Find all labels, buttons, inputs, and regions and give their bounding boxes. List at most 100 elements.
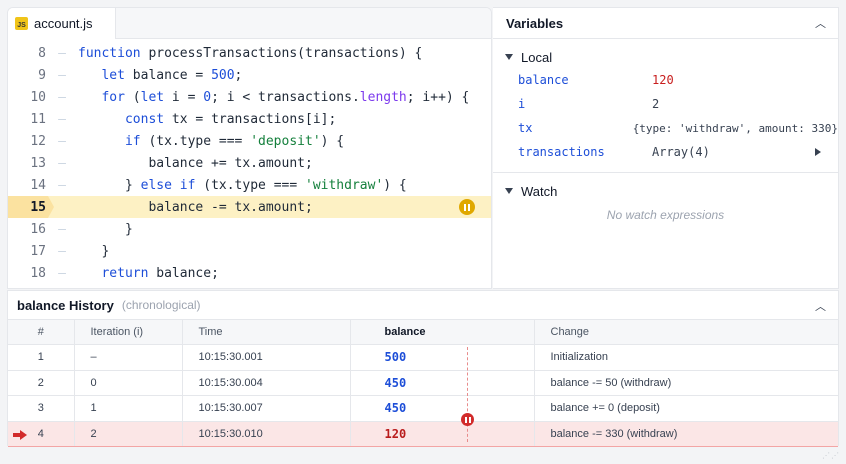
row-iteration: 0 (74, 370, 183, 396)
chevron-up-icon[interactable]: ︿ (815, 15, 826, 31)
code-area[interactable]: 8– function processTransactions(transact… (8, 42, 491, 284)
table-row[interactable]: 1 – 10:15:30.001 500 Initialization (8, 344, 838, 371)
code-text: return balance; (101, 265, 219, 281)
row-iteration: 1 (74, 395, 183, 422)
column-header[interactable]: # (8, 319, 75, 345)
line-number[interactable]: 12 (8, 134, 46, 149)
history-table: # Iteration (i) Time balance Change 1 – … (8, 319, 838, 447)
code-line-current[interactable]: 15 balance -= tx.amount; (8, 196, 491, 218)
row-iteration: – (74, 344, 183, 371)
editor-tab-bar: JS account.js (8, 8, 491, 39)
fold-marker: – (58, 111, 66, 127)
row-time: 10:15:30.001 (182, 344, 351, 371)
fold-marker: – (58, 67, 66, 83)
row-time: 10:15:30.004 (182, 370, 351, 396)
javascript-file-icon: JS (15, 17, 28, 30)
table-row[interactable]: 2 0 10:15:30.004 450 balance -= 50 (with… (8, 370, 838, 396)
column-header[interactable]: balance (350, 319, 535, 345)
code-line[interactable]: 13– balance += tx.amount; (8, 152, 491, 174)
history-panel: balance History (chronological) ︿ # Iter… (7, 290, 839, 447)
code-line[interactable]: 16– } (8, 218, 491, 240)
code-text: balance -= tx.amount; (78, 199, 313, 215)
current-row-arrow-icon (13, 429, 27, 440)
expand-triangle-icon (505, 54, 513, 60)
variable-name: balance (518, 73, 569, 87)
variable-value: Array(4) (652, 145, 710, 159)
fold-marker: – (58, 155, 66, 171)
fold-marker: – (58, 133, 66, 149)
tab-account-js[interactable]: JS account.js (8, 8, 116, 39)
code-line[interactable]: 14– } else if (tx.type === 'withdraw') { (8, 174, 491, 196)
paused-marker-icon[interactable] (461, 413, 474, 426)
table-row[interactable]: 3 1 10:15:30.007 450 balance += 0 (depos… (8, 395, 838, 422)
chevron-up-icon[interactable]: ︿ (815, 298, 826, 314)
variable-row-i[interactable]: i 2 (493, 92, 838, 116)
tab-label: account.js (34, 16, 93, 31)
row-index: 4 (37, 427, 44, 440)
local-section-toggle[interactable]: Local (493, 46, 838, 68)
code-line[interactable]: 10– for (let i = 0; i < transactions.len… (8, 86, 491, 108)
code-text: for (let i = 0; i < transactions.length;… (101, 89, 470, 105)
row-change: balance -= 50 (withdraw) (534, 370, 838, 396)
line-number[interactable]: 15 (8, 200, 46, 215)
expand-triangle-icon (505, 188, 513, 194)
table-row-current[interactable]: 4 2 10:15:30.010 120 balance -= 330 (wit… (8, 420, 838, 447)
code-text: } (78, 221, 133, 237)
expand-right-icon[interactable] (815, 148, 821, 156)
code-line[interactable]: 17– } (8, 240, 491, 262)
row-change: balance -= 330 (withdraw) (534, 420, 838, 447)
column-header[interactable]: Change (534, 319, 838, 345)
line-number[interactable]: 16 (8, 222, 46, 237)
row-balance: 500 (350, 344, 535, 371)
column-header[interactable]: Time (182, 319, 351, 345)
line-number[interactable]: 9 (8, 68, 46, 83)
divider (493, 172, 838, 173)
history-title: balance History (17, 297, 114, 313)
line-number[interactable]: 14 (8, 178, 46, 193)
history-header[interactable]: balance History (chronological) ︿ (8, 291, 838, 319)
watch-empty-message: No watch expressions (606, 208, 725, 222)
fold-marker: – (58, 89, 66, 105)
row-index-cell: 4 (8, 420, 75, 447)
watch-section-toggle[interactable]: Watch (493, 180, 838, 202)
fold-marker: – (58, 177, 66, 193)
line-number[interactable]: 8 (8, 46, 46, 61)
fold-marker: – (58, 221, 66, 237)
variable-value: 2 (652, 97, 660, 111)
row-index: 1 (8, 344, 75, 371)
code-line[interactable]: 12– if (tx.type === 'deposit') { (8, 130, 491, 152)
line-number[interactable]: 11 (8, 112, 46, 127)
variables-panel: Variables ︿ Local balance 120 i 2 tx {ty… (493, 7, 839, 289)
fold-marker: – (58, 265, 66, 281)
row-time: 10:15:30.007 (182, 395, 351, 422)
row-index: 2 (8, 370, 75, 396)
code-text: let balance = 500; (101, 67, 243, 83)
variable-row-tx[interactable]: tx {type: 'withdraw', amount: 330} (493, 116, 838, 140)
row-balance: 450 (350, 370, 535, 396)
local-section-label: Local (521, 49, 553, 65)
line-number[interactable]: 18 (8, 266, 46, 281)
variables-title: Variables (506, 15, 564, 31)
row-index: 3 (8, 395, 75, 422)
row-time: 10:15:30.010 (182, 420, 351, 447)
variable-row-transactions[interactable]: transactions Array(4) (493, 140, 838, 164)
code-text: balance += tx.amount; (78, 155, 313, 171)
code-line[interactable]: 8– function processTransactions(transact… (8, 42, 491, 64)
row-change: balance += 0 (deposit) (534, 395, 838, 422)
row-change: Initialization (534, 344, 838, 371)
variables-header[interactable]: Variables ︿ (493, 8, 838, 39)
paused-breakpoint-icon[interactable] (459, 199, 475, 215)
resize-grip-icon[interactable]: ⋰⋰ (822, 451, 840, 460)
column-header[interactable]: Iteration (i) (74, 319, 183, 345)
code-text: function processTransactions(transaction… (78, 45, 423, 61)
fold-marker: – (58, 45, 66, 61)
line-number[interactable]: 13 (8, 156, 46, 171)
code-line[interactable]: 9– let balance = 500; (8, 64, 491, 86)
code-line[interactable]: 11– const tx = transactions[i]; (8, 108, 491, 130)
code-text: const tx = transactions[i]; (124, 111, 337, 127)
code-line[interactable]: 18– return balance; (8, 262, 491, 284)
fold-marker: – (58, 243, 66, 259)
line-number[interactable]: 17 (8, 244, 46, 259)
line-number[interactable]: 10 (8, 90, 46, 105)
variable-row-balance[interactable]: balance 120 (493, 68, 838, 92)
